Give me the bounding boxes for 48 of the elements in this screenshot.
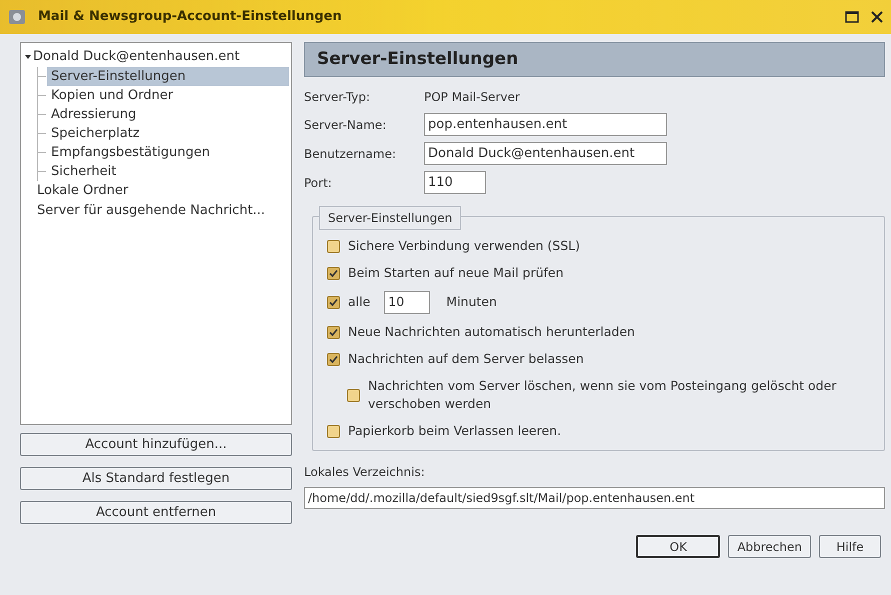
account-button[interactable]: Account hinzufügen... (20, 433, 292, 456)
dialog-button[interactable]: Abbrechen (728, 535, 811, 558)
window-icon (8, 9, 26, 25)
checkbox-label: Nachrichten auf dem Server belassen (348, 350, 584, 368)
window-title: Mail & Newsgroup-Account-Einstellungen (38, 8, 342, 26)
account-button[interactable]: Account entfernen (20, 501, 292, 524)
dialog-button[interactable]: Hilfe (819, 535, 881, 558)
checkbox-label: Sichere Verbindung verwenden (SSL) (348, 237, 580, 255)
tree-item[interactable]: Kopien und Ordner (47, 86, 289, 105)
checkbox[interactable] (347, 388, 360, 402)
input-field[interactable]: /home/dd/.mozilla/default/sied9sgf.slt/Mail/pop.entenhausen.ent (304, 487, 885, 509)
field-label: Benutzername: (304, 146, 398, 162)
input-field[interactable]: Donald Duck@entenhausen.ent (424, 142, 667, 165)
checkbox-label: alle (348, 293, 370, 312)
tree-item[interactable]: Server für ausgehende Nachricht... (25, 201, 289, 221)
checkbox[interactable] (327, 296, 340, 309)
tree-item[interactable]: Empfangsbestätigungen (47, 143, 289, 162)
checkbox-label: Neue Nachrichten automatisch herunterladen (348, 323, 635, 341)
close-icon[interactable] (871, 11, 883, 23)
expanded-arrow-icon[interactable] (25, 54, 31, 60)
dialog-button[interactable]: OK (636, 535, 720, 558)
checkbox[interactable] (327, 326, 340, 338)
tree-item[interactable]: Adressierung (47, 105, 289, 124)
input-field[interactable]: 110 (424, 171, 486, 194)
checkbox[interactable] (327, 266, 340, 280)
tree-item[interactable]: Sicherheit (47, 162, 289, 181)
group-title: Server-Einstellungen (319, 206, 462, 230)
input-field[interactable]: 10 (384, 291, 430, 314)
checkbox[interactable] (327, 240, 340, 252)
checkbox-label: Nachrichten vom Server löschen, wenn sie vom Posteingang gelöscht oder verschoben werden (368, 377, 838, 413)
field-label: Server-Typ: (304, 89, 372, 106)
input-field[interactable]: pop.entenhausen.ent (424, 113, 667, 136)
tree-item[interactable]: Server-Einstellungen (47, 67, 289, 86)
maximize-icon[interactable] (845, 11, 859, 23)
tree-item[interactable]: Speicherplatz (47, 124, 289, 143)
checkbox-label: Papierkorb beim Verlassen leeren. (348, 422, 562, 440)
server-type-value: POP Mail-Server (424, 89, 520, 106)
tree-item[interactable]: Lokale Ordner (25, 181, 289, 201)
checkbox-label: Beim Starten auf neue Mail prüfen (348, 264, 564, 282)
account-button[interactable]: Als Standard festlegen (20, 467, 292, 490)
tree-item[interactable]: Donald Duck@entenhausen.ent (33, 47, 289, 67)
field-label: Server-Name: (304, 116, 388, 134)
unit-label: Minuten (446, 293, 497, 312)
field-label: Port: (304, 174, 333, 192)
checkbox[interactable] (327, 424, 340, 438)
field-label: Lokales Verzeichnis: (304, 464, 426, 481)
panel-header: Server-Einstellungen (304, 42, 885, 77)
checkbox[interactable] (327, 352, 340, 366)
